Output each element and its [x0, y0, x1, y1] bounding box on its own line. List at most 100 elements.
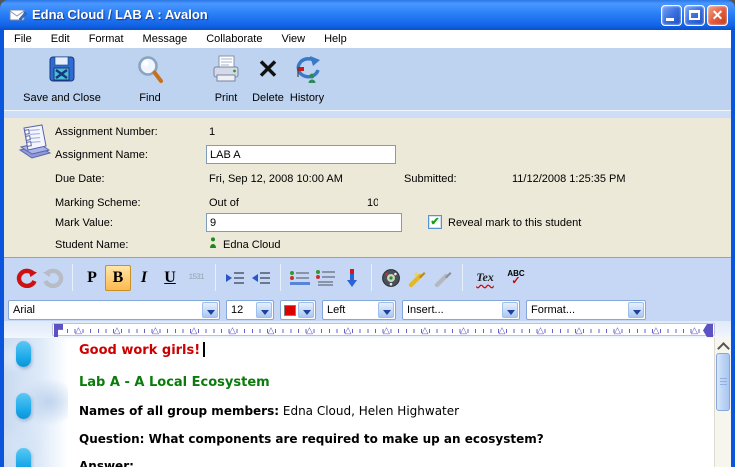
history-button[interactable]: History [284, 52, 330, 106]
ruler-tab-marker[interactable]: △ [576, 326, 583, 335]
font-size-select[interactable]: 12 [226, 300, 274, 320]
menu-item-edit[interactable]: Edit [51, 33, 70, 45]
assignment-form: Assignment Number: 1 Assignment Name: Du… [4, 118, 731, 257]
undo-button[interactable] [14, 264, 40, 292]
menu-item-message[interactable]: Message [143, 33, 188, 45]
members-label: Names of all group members: [79, 404, 279, 418]
right-margin-marker[interactable] [703, 324, 713, 337]
submitted-label: Submitted: [404, 173, 457, 185]
mark-value-input[interactable] [206, 213, 402, 232]
menu-item-file[interactable]: File [14, 33, 32, 45]
bold-button[interactable]: B [105, 265, 131, 291]
format-painter-button[interactable] [404, 264, 430, 292]
ruler-tab-marker[interactable]: △ [306, 326, 313, 335]
due-date-label: Due Date: [55, 173, 105, 185]
print-label: Print [204, 92, 248, 104]
insert-select[interactable]: Insert... [402, 300, 520, 320]
font-family-select[interactable]: Arial [8, 300, 220, 320]
binding-ring-icon [16, 448, 31, 467]
binding-ring-icon [16, 341, 31, 367]
ruler-tab-marker[interactable]: △ [268, 326, 275, 335]
font-color-swatch [284, 305, 296, 316]
chevron-down-icon [502, 302, 518, 318]
ruler-tab-marker[interactable]: △ [537, 326, 544, 335]
menu-item-help[interactable]: Help [324, 33, 347, 45]
reveal-mark-label: Reveal mark to this student [448, 217, 581, 229]
find-button[interactable]: Find [124, 52, 176, 106]
line-spacing-button[interactable] [313, 264, 339, 292]
ruler-tab-marker[interactable]: △ [229, 326, 236, 335]
student-name-label: Student Name: [55, 239, 128, 251]
increase-indent-button[interactable] [222, 264, 248, 292]
close-button[interactable]: ✕ [707, 5, 728, 26]
find-label: Find [124, 92, 176, 104]
fixed-size-button[interactable]: 1531 [183, 264, 209, 292]
toolbar-separator [215, 264, 216, 291]
italic-label: I [141, 269, 147, 287]
reveal-mark-checkbox[interactable] [428, 215, 442, 229]
menu-bar: File Edit Format Message Collaborate Vie… [4, 30, 731, 48]
alignment-value: Left [327, 304, 345, 316]
insert-value: Insert... [407, 304, 444, 316]
mark-value-label: Mark Value: [55, 217, 113, 229]
font-size-value: 12 [231, 304, 243, 316]
assignment-icon [16, 122, 54, 162]
left-margin-marker[interactable] [54, 324, 63, 337]
student-name-value: Edna Cloud [223, 239, 281, 251]
font-color-select[interactable] [280, 300, 316, 320]
maximize-button[interactable] [684, 5, 705, 26]
menu-item-collaborate[interactable]: Collaborate [206, 33, 262, 45]
ruler-tab-marker[interactable]: △ [422, 326, 429, 335]
marking-scheme-type: Out of [209, 197, 239, 209]
ruler-tab-marker[interactable]: △ [114, 326, 121, 335]
ruler-tab-marker[interactable]: △ [345, 326, 352, 335]
editor-area[interactable]: Good work girls! Lab A - A Local Ecosyst… [4, 338, 731, 467]
increase-indent-icon [224, 269, 246, 287]
print-button[interactable]: Print [204, 52, 248, 106]
color-wheel-button[interactable] [378, 264, 404, 292]
paragraph-spacing-icon [288, 269, 312, 287]
italic-button[interactable]: I [131, 264, 157, 292]
menu-item-format[interactable]: Format [89, 33, 124, 45]
ruler-tab-marker[interactable]: △ [191, 326, 198, 335]
ruler-tab-marker[interactable]: △ [653, 326, 660, 335]
scrollbar-thumb[interactable] [716, 353, 730, 411]
vertical-scrollbar[interactable] [714, 338, 731, 467]
assignment-name-input[interactable] [206, 145, 396, 164]
decrease-indent-button[interactable] [248, 264, 274, 292]
plain-style-label: P [87, 269, 97, 287]
menu-item-view[interactable]: View [281, 33, 305, 45]
paragraph-spacing-button[interactable] [287, 264, 313, 292]
window: Edna Cloud / LAB A : Avalon ✕ File Edit … [0, 0, 735, 467]
assignment-number-label: Assignment Number: [55, 126, 158, 138]
underline-button[interactable]: U [157, 264, 183, 292]
printer-icon [211, 54, 241, 86]
save-and-close-button[interactable]: Save and Close [10, 52, 114, 106]
line-spacing-icon [314, 269, 338, 287]
alignment-select[interactable]: Left [322, 300, 396, 320]
down-arrow-icon [345, 268, 359, 288]
minimize-button[interactable] [661, 5, 682, 26]
move-down-button[interactable] [339, 264, 365, 292]
format-painter-disabled-button[interactable] [430, 264, 456, 292]
title-bar[interactable]: Edna Cloud / LAB A : Avalon ✕ [0, 0, 735, 30]
signature-button[interactable]: Tex [469, 264, 501, 292]
plain-style-button[interactable]: P [79, 264, 105, 292]
submitted-value: 11/12/2008 1:25:35 PM [512, 173, 626, 185]
format-select[interactable]: Format... [526, 300, 646, 320]
ruler-tab-marker[interactable]: △ [75, 326, 82, 335]
redo-button[interactable] [40, 264, 66, 292]
ruler-tab-marker[interactable]: △ [460, 326, 467, 335]
assignment-number-value: 1 [209, 126, 215, 138]
chevron-down-icon [298, 302, 314, 318]
ruler-tab-marker[interactable]: △ [499, 326, 506, 335]
document-heading: Lab A - A Local Ecosystem [79, 375, 270, 390]
spellcheck-button[interactable]: ABC✓ [501, 264, 531, 292]
ruler-tab-marker[interactable]: △ [691, 326, 698, 335]
scroll-up-icon[interactable] [718, 341, 729, 352]
ruler-tab-marker[interactable]: △ [614, 326, 621, 335]
ruler-tab-marker[interactable]: △ [152, 326, 159, 335]
ruler-tab-marker[interactable]: △ [383, 326, 390, 335]
history-icon [292, 54, 322, 86]
chevron-down-icon [256, 302, 272, 318]
